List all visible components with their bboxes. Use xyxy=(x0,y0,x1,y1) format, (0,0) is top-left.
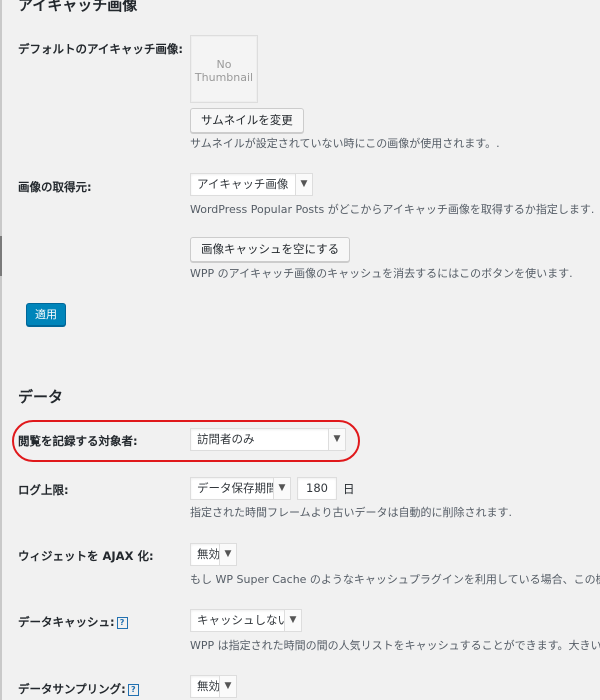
help-icon[interactable]: ? xyxy=(116,616,128,629)
chevron-down-icon: ▼ xyxy=(219,544,236,565)
log-limit-unit: 日 xyxy=(343,482,355,496)
ajax-widget-description: もし WP Super Cache のようなキャッシュプラグインを利用している場… xyxy=(190,573,600,586)
log-limit-select-value: データ保存期間 xyxy=(197,481,278,495)
apply-button[interactable]: 適用 xyxy=(26,303,66,326)
thumbnail-preview: No Thumbnail xyxy=(190,35,258,103)
data-sampling-value: 無効 xyxy=(197,679,220,693)
chevron-down-icon: ▼ xyxy=(295,174,312,195)
log-limit-select[interactable]: データ保存期間 ▼ xyxy=(190,477,291,500)
chevron-down-icon: ▼ xyxy=(219,676,236,697)
image-source-select[interactable]: アイキャッチ画像 ▼ xyxy=(190,173,313,196)
change-thumbnail-button[interactable]: サムネイルを変更 xyxy=(190,108,304,133)
log-limit-description: 指定された時間フレームより古いデータは自動的に削除されます. xyxy=(190,506,512,519)
chevron-down-icon: ▼ xyxy=(284,610,301,631)
clear-image-cache-button[interactable]: 画像キャッシュを空にする xyxy=(190,237,351,262)
image-source-label: 画像の取得元: xyxy=(18,180,92,194)
section-title-data: データ xyxy=(18,388,64,406)
ajax-widget-label: ウィジェットを AJAX 化: xyxy=(18,549,154,563)
data-cache-label: データキャッシュ:? xyxy=(18,614,128,630)
thumbnail-placeholder-text: Thumbnail xyxy=(194,71,254,84)
log-limit-days-input[interactable]: 180 xyxy=(297,477,337,500)
data-cache-description: WPP は指定された時間の間の人気リストをキャッシュすることができます。大きい xyxy=(190,639,600,652)
help-icon[interactable]: ? xyxy=(127,683,139,696)
ajax-widget-select[interactable]: 無効 ▼ xyxy=(190,543,237,566)
data-sampling-label: データサンプリング:? xyxy=(18,681,139,697)
section-title-featured-image: アイキャッチ画像 xyxy=(18,0,138,14)
data-cache-label-text: データキャッシュ: xyxy=(18,615,115,629)
image-source-description: WordPress Popular Posts がどこからアイキャッチ画像を取得… xyxy=(190,203,595,216)
log-target-select[interactable]: 訪問者のみ ▼ xyxy=(190,428,346,451)
log-target-value: 訪問者のみ xyxy=(197,432,255,446)
data-sampling-label-text: データサンプリング: xyxy=(18,682,126,696)
thumbnail-placeholder-no: No xyxy=(216,58,232,71)
log-limit-label: ログ上限: xyxy=(18,483,69,497)
change-thumbnail-description: サムネイルが設定されていない時にこの画像が使用されます。. xyxy=(190,137,500,150)
log-target-label: 閲覧を記録する対象者: xyxy=(18,434,138,448)
chevron-down-icon: ▼ xyxy=(328,429,345,450)
default-thumbnail-label: デフォルトのアイキャッチ画像: xyxy=(18,42,184,56)
left-border xyxy=(0,0,2,700)
data-cache-value: キャッシュしない xyxy=(197,613,289,627)
left-border-accent xyxy=(0,236,2,276)
image-source-value: アイキャッチ画像 xyxy=(197,177,289,191)
clear-image-cache-description: WPP のアイキャッチ画像のキャッシュを消去するにはこのボタンを使います. xyxy=(190,267,573,280)
ajax-widget-value: 無効 xyxy=(197,547,220,561)
data-cache-select[interactable]: キャッシュしない ▼ xyxy=(190,609,302,632)
chevron-down-icon: ▼ xyxy=(273,478,290,499)
data-sampling-select[interactable]: 無効 ▼ xyxy=(190,675,237,698)
